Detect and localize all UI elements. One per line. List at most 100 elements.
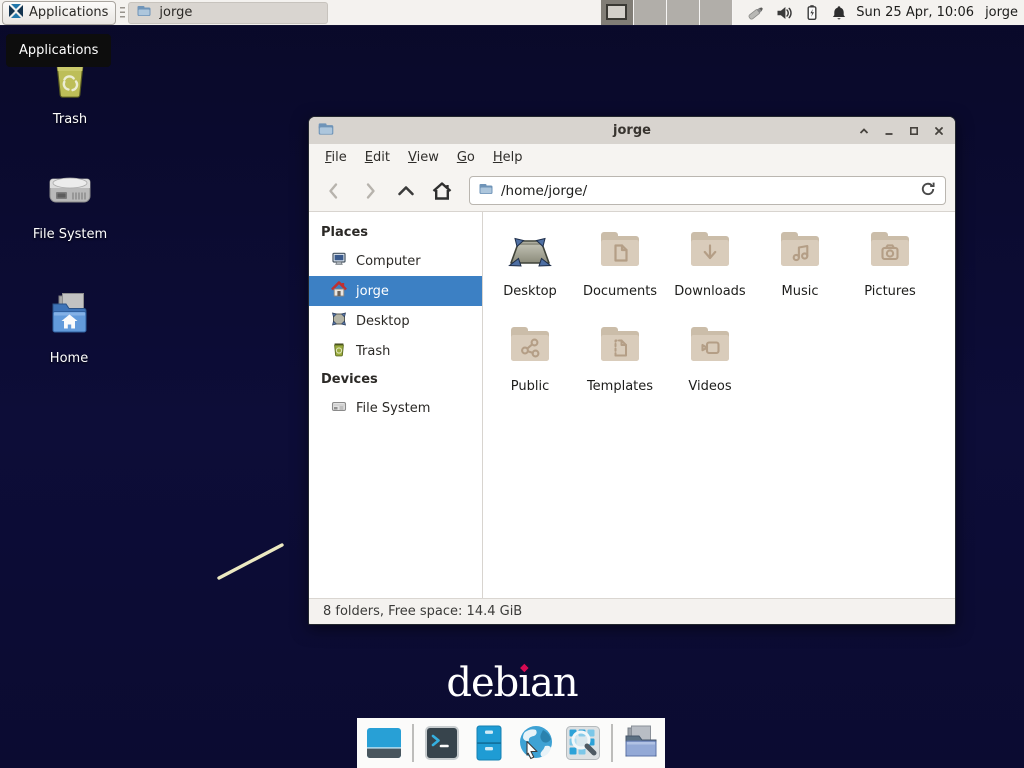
applications-pinwheel-icon xyxy=(8,3,24,23)
system-tray xyxy=(747,4,847,21)
pen-stroke-mark xyxy=(210,538,300,588)
file-view: Desktop Docume xyxy=(483,212,955,598)
file-item-music[interactable]: Music xyxy=(755,223,845,318)
trash-mini-icon xyxy=(331,341,347,361)
desktop-icon-label: Trash xyxy=(53,112,87,127)
file-label: Desktop xyxy=(503,284,557,299)
file-label: Videos xyxy=(688,379,731,394)
debian-wordmark: debıan xyxy=(446,660,577,706)
shade-button[interactable] xyxy=(855,122,872,139)
file-item-public[interactable]: Public xyxy=(485,318,575,413)
back-button[interactable] xyxy=(318,176,349,205)
maximize-button[interactable] xyxy=(905,122,922,139)
launcher-dock xyxy=(357,718,665,768)
reload-icon[interactable] xyxy=(919,180,937,202)
taskbar-window-label: jorge xyxy=(159,5,192,20)
dock-separator xyxy=(412,724,414,762)
file-label: Music xyxy=(782,284,819,299)
file-manager-window: jorge File Edit View Go Help xyxy=(308,116,956,625)
minimize-button[interactable] xyxy=(880,122,897,139)
desktop-trapezoid-icon xyxy=(506,226,554,278)
workspace-2[interactable] xyxy=(634,0,667,25)
folder-pictures-icon xyxy=(866,226,914,278)
wordmark-i: ı xyxy=(518,660,530,706)
desktop-mini-icon xyxy=(331,311,347,331)
panel-handle[interactable] xyxy=(120,7,125,18)
folder-icon xyxy=(136,3,152,23)
panel-username[interactable]: jorge xyxy=(985,5,1018,20)
file-item-downloads[interactable]: Downloads xyxy=(665,223,755,318)
sidebar-item-file-system[interactable]: File System xyxy=(309,393,482,423)
applications-menu-button[interactable]: Applications xyxy=(2,1,116,25)
folder-publicshare-icon xyxy=(506,321,554,373)
file-item-desktop[interactable]: Desktop xyxy=(485,223,575,318)
workspace-switcher xyxy=(601,0,733,25)
close-button[interactable] xyxy=(930,122,947,139)
titlebar[interactable]: jorge xyxy=(309,117,955,144)
file-label: Pictures xyxy=(864,284,915,299)
workspace-1[interactable] xyxy=(601,0,634,25)
sidebar-item-label: Desktop xyxy=(356,314,410,329)
menu-help[interactable]: Help xyxy=(484,146,532,169)
home-folder-icon xyxy=(44,290,94,344)
file-folder-icon[interactable] xyxy=(622,724,660,762)
desktop-icon-label: File System xyxy=(33,227,107,242)
window-body: Places Computer xyxy=(309,212,955,598)
menu-file[interactable]: File xyxy=(316,146,356,169)
sidebar-item-jorge[interactable]: jorge xyxy=(309,276,482,306)
sidebar-header-places: Places xyxy=(309,219,482,246)
menu-edit[interactable]: Edit xyxy=(356,146,399,169)
menu-go[interactable]: Go xyxy=(448,146,484,169)
desktop-icon-home[interactable]: Home xyxy=(23,290,115,366)
sidebar-item-trash[interactable]: Trash xyxy=(309,336,482,366)
folder-documents-icon xyxy=(596,226,644,278)
desktop-icon-file-system[interactable]: File System xyxy=(24,166,116,242)
folder-templates-icon xyxy=(596,321,644,373)
menubar: File Edit View Go Help xyxy=(309,144,955,170)
sidebar-header-devices: Devices xyxy=(309,366,482,393)
taskbar-window-button[interactable]: jorge xyxy=(128,2,328,24)
wordmark-left: deb xyxy=(446,660,518,706)
folder-downloads-icon xyxy=(686,226,734,278)
volume-icon[interactable] xyxy=(776,5,793,21)
file-grid: Desktop Docume xyxy=(485,223,955,413)
show-desktop-icon[interactable] xyxy=(365,724,403,762)
statusbar-text: 8 folders, Free space: 14.4 GiB xyxy=(323,604,522,619)
battery-charging-icon[interactable] xyxy=(804,4,820,21)
file-item-videos[interactable]: Videos xyxy=(665,318,755,413)
path-input[interactable] xyxy=(501,183,912,199)
application-finder-icon[interactable] xyxy=(564,724,602,762)
sidebar-item-label: Trash xyxy=(356,344,390,359)
file-item-templates[interactable]: Templates xyxy=(575,318,665,413)
file-label: Downloads xyxy=(674,284,745,299)
desktop-icon-label: Home xyxy=(50,351,88,366)
file-item-documents[interactable]: Documents xyxy=(575,223,665,318)
sidebar-item-computer[interactable]: Computer xyxy=(309,246,482,276)
panel-clock[interactable]: Sun 25 Apr, 10:06 xyxy=(856,5,974,20)
menu-view[interactable]: View xyxy=(399,146,448,169)
web-browser-icon[interactable] xyxy=(517,724,555,762)
up-button[interactable] xyxy=(390,176,421,205)
file-item-pictures[interactable]: Pictures xyxy=(845,223,935,318)
stylus-icon[interactable] xyxy=(747,4,765,21)
home-button[interactable] xyxy=(426,176,457,205)
file-label: Templates xyxy=(587,379,653,394)
user-home-icon xyxy=(331,281,347,301)
forward-button[interactable] xyxy=(354,176,385,205)
sidebar-item-desktop[interactable]: Desktop xyxy=(309,306,482,336)
workspace-4[interactable] xyxy=(700,0,733,25)
applications-tooltip: Applications xyxy=(6,34,111,67)
file-label: Documents xyxy=(583,284,657,299)
wordmark-right: an xyxy=(530,660,578,706)
workspace-3[interactable] xyxy=(667,0,700,25)
file-manager-icon[interactable] xyxy=(470,724,508,762)
path-bar xyxy=(469,176,946,205)
drive-mini-icon xyxy=(331,398,347,418)
sidebar-item-label: File System xyxy=(356,401,430,416)
hard-drive-icon xyxy=(45,166,95,220)
folder-videos-icon xyxy=(686,321,734,373)
notification-bell-icon[interactable] xyxy=(831,5,847,21)
workspace-window-preview xyxy=(606,4,627,20)
terminal-icon[interactable] xyxy=(423,724,461,762)
sidebar-item-label: Computer xyxy=(356,254,421,269)
